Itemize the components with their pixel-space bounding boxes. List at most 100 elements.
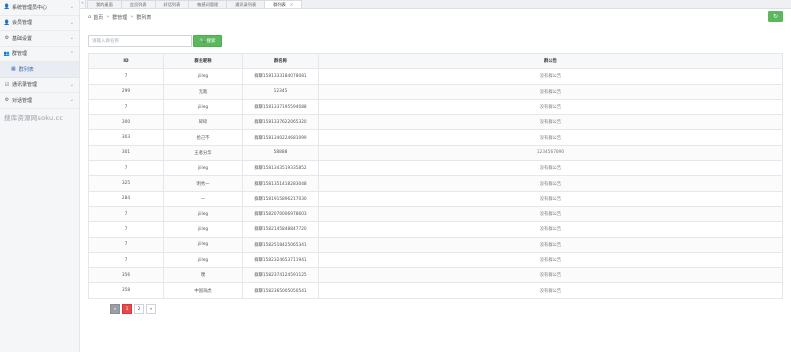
- table-cell: 群聊1582518425065341: [242, 236, 319, 253]
- sidebar-item[interactable]: ⚙ 基础设置 ⌄: [0, 31, 79, 47]
- tab-label: 敏感词管理: [197, 1, 219, 7]
- table-cell: 没有群公告: [318, 160, 783, 177]
- sidebar-item-label: 通讯录管理: [12, 82, 38, 89]
- next-page-button[interactable]: »: [146, 304, 156, 314]
- table-cell: 7: [88, 236, 164, 253]
- table-row: 7 jiileg 群聊1582324653711941 没有群公告: [88, 251, 783, 269]
- tab-item[interactable]: 好话列表: [154, 0, 190, 8]
- table-cell: 群聊1581343519335852: [242, 160, 319, 177]
- table-cell: 没有群公告: [318, 68, 783, 85]
- table-cell: 284: [88, 190, 164, 207]
- tab-label: 会员列表: [129, 1, 147, 7]
- table-row: 325 明秀一 群聊1581351418283048 没有群公告: [88, 175, 783, 192]
- chevron-icon: ⌄: [69, 81, 74, 88]
- sidebar-item[interactable]: 👥 群管理 ⌃: [0, 47, 79, 62]
- table-cell: 12345: [242, 83, 319, 100]
- prev-page-button[interactable]: «: [110, 304, 120, 314]
- group-table: ID 群主昵称 群名称 群公告 7 jiileg 群聊1581333184078081 没有…: [88, 52, 783, 299]
- gear-icon: ⚙: [4, 97, 10, 104]
- sidebar-item[interactable]: 👤 系统管理员中心 ⌄: [0, 0, 79, 16]
- table-cell: jiileg: [163, 221, 243, 238]
- checkbox-icon: ☑: [4, 81, 10, 88]
- table-row: 303 拾己不 群聊1581340224681099 没有群公告: [88, 129, 783, 146]
- tab-label: 群列表: [273, 1, 286, 7]
- table-cell: jiileg: [163, 160, 243, 177]
- table-cell: 拾己不: [163, 129, 243, 146]
- table-cell: 没有群公告: [318, 129, 783, 146]
- table-cell: 没有群公告: [318, 221, 783, 238]
- grid-icon: ▦: [11, 66, 16, 73]
- page-button[interactable]: 1: [122, 304, 132, 314]
- table-cell: 无敌: [163, 83, 243, 100]
- tab-item[interactable]: 群列表 ×: [264, 0, 303, 8]
- sidebar-subitem-label: 群列表: [18, 66, 34, 73]
- table-cell: 没有群公告: [318, 190, 783, 207]
- breadcrumb-level1[interactable]: 群管理: [112, 14, 127, 21]
- table-cell: 噗: [163, 267, 243, 284]
- tab-item[interactable]: 敏感词管理: [188, 0, 228, 8]
- table-cell: 没有群公告: [318, 114, 783, 131]
- column-header: ID: [88, 52, 164, 70]
- chevron-icon: ⌃: [69, 50, 74, 57]
- breadcrumb-level2: 群列表: [136, 14, 152, 21]
- table-cell: 58888: [242, 144, 319, 162]
- user-icon: 👤: [3, 4, 11, 11]
- table-row: 7 jiileg 群聊1582070006978603 没有群公告: [88, 205, 783, 223]
- table-cell: 群聊1581337195594088: [242, 98, 319, 116]
- table-cell: 群聊1582365005050541: [242, 282, 319, 299]
- sidebar-item[interactable]: ⚙ 对话管理 ⌄: [0, 93, 79, 109]
- table-row: 7 jiileg 群聊1582145848847720 没有群公告: [88, 221, 783, 238]
- table-cell: jiileg: [163, 205, 243, 223]
- refresh-icon: ↻: [772, 13, 779, 20]
- table-cell: 群聊1581351418283048: [242, 175, 319, 192]
- table-cell: 7: [88, 98, 164, 116]
- column-header: 群主昵称: [163, 52, 243, 70]
- breadcrumb: ⌂ 首页 » 群管理 » 群列表: [88, 13, 151, 21]
- table-cell: 碎碎: [163, 114, 243, 131]
- table-cell: 一: [163, 190, 243, 207]
- table-cell: 群聊1582324653711941: [242, 251, 319, 269]
- page-button[interactable]: 2: [134, 304, 144, 314]
- sidebar-item-label: 对话管理: [12, 97, 33, 104]
- sidebar-item[interactable]: ☑ 通讯录管理 ⌄: [0, 78, 79, 93]
- table-cell: 7: [88, 205, 164, 223]
- tab-item[interactable]: 会员列表: [120, 0, 156, 8]
- table-header-row: ID 群主昵称 群名称 群公告: [88, 52, 783, 70]
- tab-label: 好话列表: [163, 1, 181, 7]
- table-cell: 没有群公告: [318, 83, 783, 100]
- table-cell: jiileg: [163, 68, 243, 85]
- table-cell: jiileg: [163, 98, 243, 116]
- table-cell: 群聊1581337622065320: [242, 114, 319, 131]
- group-icon: 👥: [3, 50, 11, 57]
- table-cell: 299: [88, 83, 164, 100]
- tab-label: 我的桌面: [96, 1, 113, 7]
- home-icon[interactable]: ⌂: [88, 14, 91, 20]
- breadcrumb-home[interactable]: 首页: [93, 14, 103, 21]
- table-row: 7 jiileg 群聊1581337195594088 没有群公告: [88, 98, 783, 116]
- sidebar-item-label: 基础设置: [12, 35, 33, 42]
- sidebar-item[interactable]: 👤 会员管理 ⌄: [0, 16, 79, 31]
- search-button-label: 搜索: [206, 39, 216, 44]
- table-row: 7 jiileg 群聊1581343519335852 没有群公告: [88, 160, 783, 177]
- search-button[interactable]: 🔍 搜索: [193, 35, 222, 47]
- table-row: 358 中国海虎 群聊1582365005050541 没有群公告: [88, 282, 783, 299]
- table-cell: 300: [88, 114, 164, 131]
- search-input[interactable]: [88, 35, 192, 47]
- close-icon[interactable]: ×: [290, 2, 293, 7]
- table-cell: 没有群公告: [318, 205, 783, 223]
- tab-item[interactable]: 通讯录列表: [226, 0, 266, 8]
- tab-item[interactable]: 我的桌面: [87, 0, 122, 8]
- table-cell: 没有群公告: [318, 98, 783, 116]
- sidebar: 👤 系统管理员中心 ⌄ 👤 会员管理 ⌄ ⚙ 基础设置 ⌄ 👥 群管理 ⌃ ▦ 群列表 ☑ 通讯录管理 ⌄…: [0, 0, 80, 352]
- table-cell: 7: [88, 68, 164, 85]
- table-cell: 明秀一: [163, 175, 243, 192]
- sidebar-item-label: 群管理: [12, 51, 28, 58]
- table-cell: 没有群公告: [318, 236, 783, 253]
- table-cell: 没有群公告: [318, 267, 783, 284]
- refresh-button[interactable]: ↻: [768, 11, 783, 22]
- table-cell: 群聊1581340224681099: [242, 129, 319, 146]
- table-cell: 中国海虎: [163, 282, 243, 299]
- sidebar-item-label: 会员管理: [12, 20, 33, 27]
- tab-label: 通讯录列表: [235, 1, 257, 7]
- sidebar-subitem-group-list[interactable]: ▦ 群列表: [0, 62, 79, 78]
